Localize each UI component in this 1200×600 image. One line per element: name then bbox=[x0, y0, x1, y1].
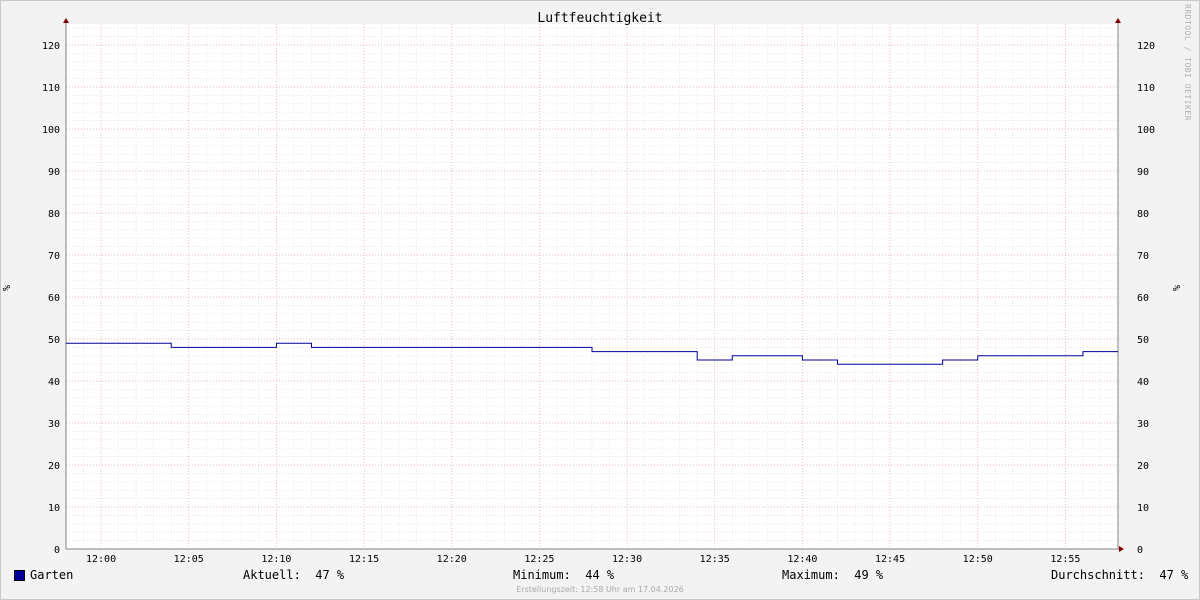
y-tick-label-left: 10 bbox=[48, 503, 60, 514]
y-tick-label-left: 40 bbox=[48, 377, 60, 388]
x-axis-labels: 12:00 12:05 12:10 12:15 12:20 12:25 12:30 12:35… bbox=[86, 554, 1080, 565]
y-tick-label-right: 80 bbox=[1137, 209, 1149, 220]
y-tick-label-left: 110 bbox=[42, 83, 60, 94]
x-tick-label: 12:05 bbox=[174, 554, 204, 565]
x-tick-label: 12:00 bbox=[86, 554, 116, 565]
chart-canvas: 0 10 20 30 40 50 60 70 80 90 100 110 120 0 10 20 30 40 50… bbox=[2, 18, 1183, 565]
y-tick-label-right: 30 bbox=[1137, 419, 1149, 430]
y-tick-label-right: 90 bbox=[1137, 167, 1149, 178]
x-tick-label: 12:25 bbox=[524, 554, 554, 565]
y-tick-label-right: 50 bbox=[1137, 335, 1149, 346]
y-tick-label-right: 20 bbox=[1137, 461, 1149, 472]
chart-title: Luftfeuchtigkeit bbox=[537, 11, 663, 26]
y-tick-label-left: 120 bbox=[42, 41, 60, 52]
legend-swatch bbox=[14, 570, 25, 581]
y-tick-label-right: 110 bbox=[1137, 83, 1155, 94]
legend-series-name: Garten bbox=[30, 568, 74, 582]
x-tick-label: 12:30 bbox=[612, 554, 642, 565]
y-tick-label-left: 70 bbox=[48, 251, 60, 262]
x-axis-arrow bbox=[1119, 546, 1124, 552]
y-axis-title-left: % bbox=[2, 285, 13, 291]
y-axis-title-right: % bbox=[1172, 285, 1183, 291]
legend-current: Aktuell: 47 % bbox=[243, 568, 345, 582]
y-axis-left-labels: 0 10 20 30 40 50 60 70 80 90 100 110 120 bbox=[42, 41, 60, 556]
x-tick-label: 12:50 bbox=[963, 554, 993, 565]
y-tick-label-left: 20 bbox=[48, 461, 60, 472]
y-tick-label-left: 50 bbox=[48, 335, 60, 346]
y-tick-label-right: 10 bbox=[1137, 503, 1149, 514]
y-tick-label-left: 80 bbox=[48, 209, 60, 220]
y-tick-label-right: 70 bbox=[1137, 251, 1149, 262]
y-tick-label-left: 90 bbox=[48, 167, 60, 178]
y-axis-right-labels: 0 10 20 30 40 50 60 70 80 90 100 110 120 bbox=[1137, 41, 1155, 556]
x-tick-label: 12:20 bbox=[437, 554, 467, 565]
y-tick-label-left: 30 bbox=[48, 419, 60, 430]
legend-average: Durchschnitt: 47 % bbox=[1051, 568, 1189, 582]
legend-minimum: Minimum: 44 % bbox=[513, 568, 615, 582]
x-tick-label: 12:15 bbox=[349, 554, 379, 565]
y-tick-label-left: 60 bbox=[48, 293, 60, 304]
watermark: RRDTOOL / TOBI OETIKER bbox=[1183, 4, 1192, 121]
y-tick-label-left: 100 bbox=[42, 125, 60, 136]
x-tick-label: 12:40 bbox=[787, 554, 817, 565]
x-tick-label: 12:55 bbox=[1050, 554, 1080, 565]
x-tick-label: 12:45 bbox=[875, 554, 905, 565]
x-tick-label: 12:10 bbox=[261, 554, 291, 565]
y-tick-label-left: 0 bbox=[54, 545, 60, 556]
legend-maximum: Maximum: 49 % bbox=[782, 568, 884, 582]
x-tick-label: 12:35 bbox=[700, 554, 730, 565]
y-tick-label-right: 100 bbox=[1137, 125, 1155, 136]
y-tick-label-right: 120 bbox=[1137, 41, 1155, 52]
creation-timestamp: Erstellungszeit: 12:58 Uhr am 17.04.2026 bbox=[516, 585, 684, 594]
y-tick-label-right: 60 bbox=[1137, 293, 1149, 304]
y-tick-label-right: 0 bbox=[1137, 545, 1143, 556]
y-tick-label-right: 40 bbox=[1137, 377, 1149, 388]
